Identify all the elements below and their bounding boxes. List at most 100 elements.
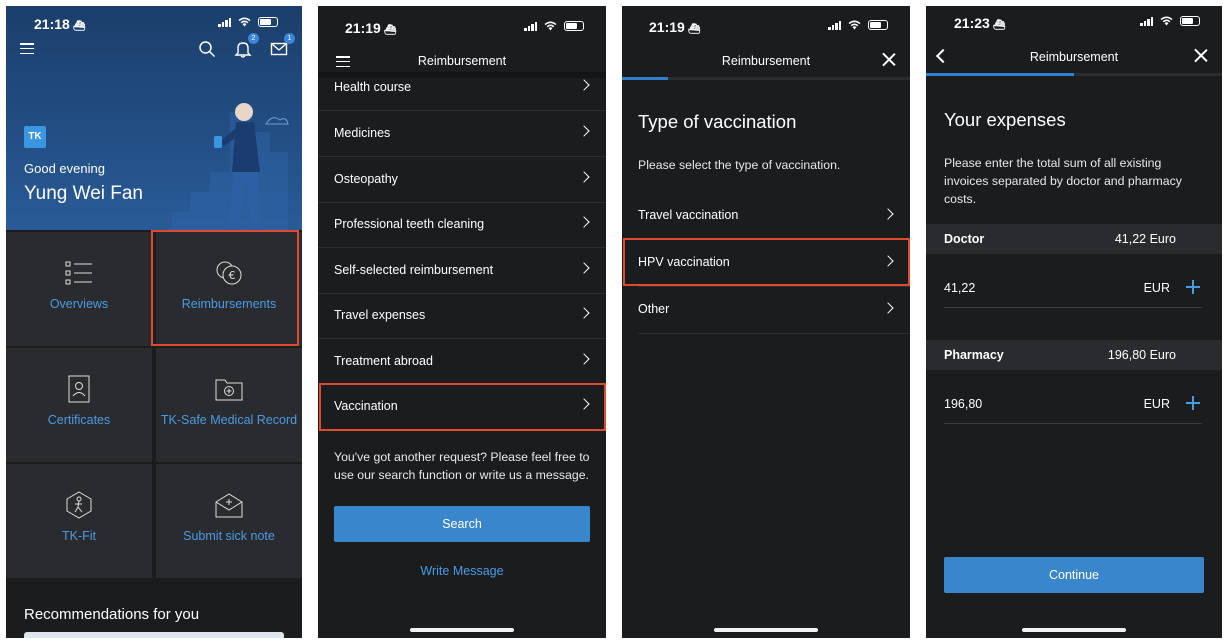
reimbursement-list-screen: 21:19 ⛴ Reimbursement Health course Medic…: [318, 6, 606, 638]
status-bar: 21:19 ⛴: [318, 6, 606, 40]
list-icon: [65, 261, 92, 285]
wifi-icon: [238, 17, 251, 27]
top-icons: 2 1: [198, 33, 295, 58]
chevron-right-icon: [578, 171, 590, 183]
user-name: Yung Wei Fan: [24, 183, 144, 204]
coins-euro-icon: €: [216, 261, 242, 285]
chevron-right-icon: [578, 216, 590, 228]
list-item-treatment-abroad[interactable]: Treatment abroad: [318, 340, 606, 385]
list-item-medicines[interactable]: Medicines: [318, 112, 606, 157]
tile-submit-sick-note[interactable]: Submit sick note: [156, 464, 302, 578]
cellular-icon: [828, 20, 841, 30]
doctor-total: 41,22 Euro: [1114, 232, 1176, 246]
chevron-right-icon: [578, 307, 590, 319]
menu-icon[interactable]: [20, 43, 34, 54]
wifi-icon: [1160, 16, 1173, 26]
battery-icon: [868, 20, 888, 30]
doctor-section-header: Doctor 41,22 Euro: [926, 224, 1222, 254]
doctor-amount-field[interactable]: 41,22 EUR: [944, 268, 1202, 308]
list-item-teeth-cleaning[interactable]: Professional teeth cleaning: [318, 203, 606, 248]
tile-label: Certificates: [47, 413, 111, 427]
person-illustration: [172, 103, 289, 232]
cellular-icon: [524, 21, 537, 31]
wifi-icon: [544, 21, 557, 31]
status-time: 21:19 ⛴: [345, 20, 397, 36]
tile-label: Overviews: [49, 297, 109, 311]
greeting: Good evening: [24, 161, 105, 176]
continue-button[interactable]: Continue: [944, 557, 1204, 593]
tile-overviews[interactable]: Overviews: [6, 232, 152, 346]
pharmacy-label: Pharmacy: [944, 348, 1004, 362]
tile-label: Submit sick note: [183, 529, 275, 543]
list-item-travel-expenses[interactable]: Travel expenses: [318, 294, 606, 339]
tile-tk-safe[interactable]: TK-Safe Medical Record: [156, 348, 302, 462]
mail-icon[interactable]: 1: [270, 33, 295, 58]
add-icon[interactable]: [1186, 280, 1200, 294]
recommendations-heading: Recommendations for you: [24, 606, 200, 623]
battery-icon: [564, 21, 584, 31]
bell-icon[interactable]: 2: [234, 33, 259, 58]
expenses-screen: 21:23 ⛴ Reimbursement Your expenses Pleas…: [926, 6, 1222, 638]
svg-text:€: €: [229, 269, 236, 282]
chevron-right-icon: [578, 398, 590, 410]
home-indicator: [410, 628, 514, 632]
list-item-vaccination[interactable]: Vaccination: [318, 385, 606, 430]
notification-badge: 2: [248, 33, 259, 44]
medical-folder-icon: [215, 379, 243, 401]
wifi-icon: [848, 20, 861, 30]
envelope-medical-icon: [215, 493, 243, 518]
instruction-text: Please select the type of vaccination.: [638, 158, 841, 172]
option-hpv-vaccination[interactable]: HPV vaccination: [638, 240, 910, 287]
status-time: 21:18 ⛴: [34, 16, 86, 32]
list-item-self-selected[interactable]: Self-selected reimbursement: [318, 249, 606, 294]
chevron-right-icon: [578, 125, 590, 137]
option-other[interactable]: Other: [638, 287, 910, 334]
doctor-label: Doctor: [944, 232, 985, 246]
close-icon[interactable]: [1194, 48, 1208, 62]
certificate-icon: [68, 375, 90, 403]
chevron-right-icon: [882, 255, 894, 267]
nav-bar: Reimbursement: [926, 42, 1222, 74]
pharmacy-amount-field[interactable]: 196,80 EUR: [944, 384, 1202, 424]
doctor-amount-value: 41,22: [944, 281, 976, 295]
status-bar: 21:23 ⛴: [926, 6, 1222, 40]
tile-label: TK-Safe Medical Record: [160, 413, 298, 427]
battery-icon: [1180, 16, 1200, 26]
cellular-icon: [218, 17, 231, 27]
tile-reimbursements[interactable]: € Reimbursements: [156, 232, 302, 346]
vaccination-type-screen: 21:19 ⛴ Reimbursement Type of vaccination…: [622, 6, 910, 638]
cellular-icon: [1140, 16, 1153, 26]
recommendation-card-peek[interactable]: [24, 632, 284, 638]
status-time: 21:19 ⛴: [649, 19, 701, 35]
progress-bar: [926, 73, 1222, 76]
list-item-osteopathy[interactable]: Osteopathy: [318, 158, 606, 203]
instruction-text: Please enter the total sum of all existi…: [944, 156, 1182, 206]
chevron-right-icon: [882, 302, 894, 314]
tile-label: TK-Fit: [61, 529, 97, 543]
page-heading: Your expenses: [944, 109, 1066, 130]
search-icon[interactable]: [198, 40, 216, 58]
nav-title: Reimbursement: [721, 54, 811, 68]
chevron-right-icon: [578, 353, 590, 365]
list-item-health-course[interactable]: Health course: [318, 66, 606, 111]
currency-label: EUR: [1143, 397, 1170, 411]
pharmacy-total: 196,80 Euro: [1107, 348, 1176, 362]
home-indicator: [714, 628, 818, 632]
close-icon[interactable]: [882, 52, 896, 66]
chevron-right-icon: [578, 262, 590, 274]
nav-title: Reimbursement: [1029, 50, 1119, 64]
write-message-link[interactable]: Write Message: [318, 564, 606, 578]
nav-bar: Reimbursement: [622, 46, 910, 78]
status-time: 21:23 ⛴: [954, 15, 1006, 31]
add-icon[interactable]: [1186, 396, 1200, 410]
pharmacy-section-header: Pharmacy 196,80 Euro: [926, 340, 1222, 370]
search-button[interactable]: Search: [334, 506, 590, 542]
progress-bar: [622, 77, 910, 80]
chevron-right-icon: [882, 208, 894, 220]
mail-badge: 1: [284, 33, 295, 44]
currency-label: EUR: [1143, 281, 1170, 295]
tile-tk-fit[interactable]: TK-Fit: [6, 464, 152, 578]
tile-certificates[interactable]: Certificates: [6, 348, 152, 462]
pharmacy-amount-value: 196,80: [944, 397, 983, 411]
option-travel-vaccination[interactable]: Travel vaccination: [638, 193, 910, 240]
